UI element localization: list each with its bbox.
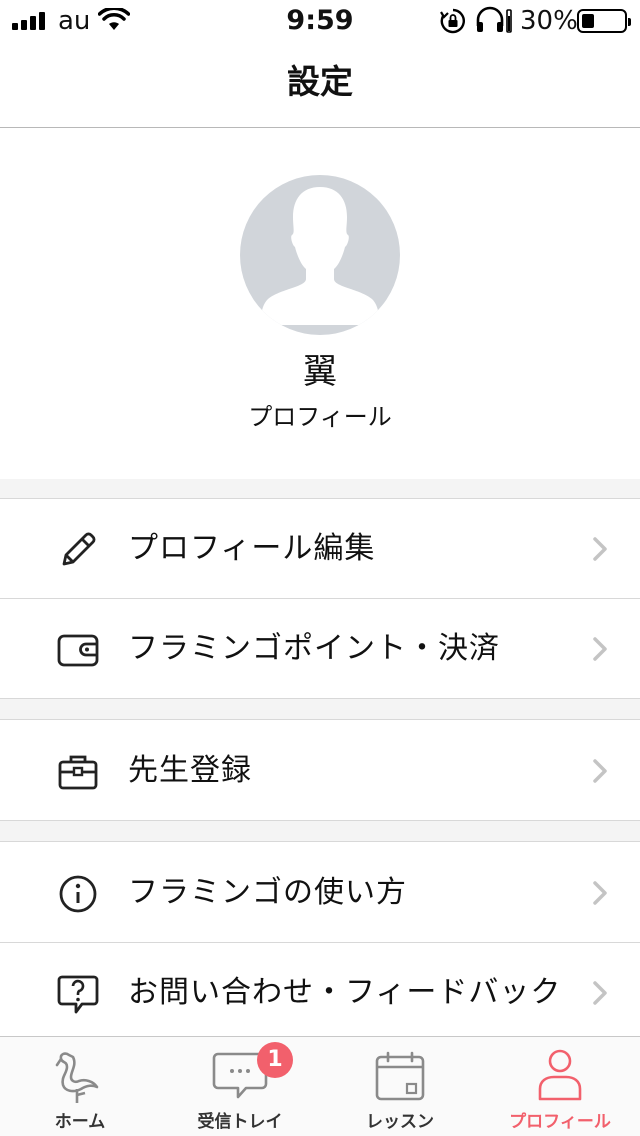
menu-item-label: お問い合わせ・フィードバック — [128, 975, 562, 1010]
chevron-right-icon — [593, 981, 607, 1005]
chevron-right-icon — [593, 537, 607, 561]
battery-percent: 30% — [520, 6, 578, 36]
tab-label: レッスン — [366, 1112, 434, 1132]
help-bubble-icon — [57, 975, 99, 1014]
tab-label: ホーム — [54, 1112, 106, 1132]
tab-profile[interactable]: プロフィール — [480, 1037, 640, 1136]
info-icon — [59, 875, 97, 913]
status-bar: au 9:59 30% — [0, 0, 640, 40]
chevron-right-icon — [593, 759, 607, 783]
menu-item-how-to-use[interactable]: フラミンゴの使い方 — [0, 843, 640, 942]
page-title: 設定 — [287, 62, 353, 101]
menu-item-edit-profile[interactable]: プロフィール編集 — [0, 499, 640, 598]
menu-item-label: フラミンゴの使い方 — [128, 875, 407, 910]
profile-name[interactable]: 翼 — [0, 351, 640, 393]
rotation-lock-icon — [440, 8, 465, 34]
flamingo-icon — [55, 1052, 99, 1103]
inbox-unread-badge: 1 — [257, 1042, 293, 1078]
section-separator — [0, 820, 640, 842]
person-icon — [538, 1049, 582, 1101]
briefcase-icon — [58, 755, 98, 790]
chevron-right-icon — [593, 881, 607, 905]
pencil-icon — [62, 532, 96, 566]
tab-label: プロフィール — [509, 1112, 611, 1132]
menu-item-label: プロフィール編集 — [128, 531, 376, 566]
person-silhouette-icon — [261, 187, 379, 325]
chevron-right-icon — [593, 637, 607, 661]
tab-bar: ホーム 受信トレイ レッスン プロフィール — [0, 1036, 640, 1136]
menu-item-label: フラミンゴポイント・決済 — [128, 631, 500, 666]
battery-icon — [577, 9, 631, 33]
tab-lessons[interactable]: レッスン — [320, 1037, 480, 1136]
section-separator — [0, 479, 640, 499]
menu-item-label: 先生登録 — [128, 753, 252, 788]
menu-item-contact-feedback[interactable]: お問い合わせ・フィードバック — [0, 943, 640, 1042]
headphones-icon — [476, 6, 512, 33]
section-separator — [0, 698, 640, 720]
menu-item-points-payment[interactable]: フラミンゴポイント・決済 — [0, 599, 640, 698]
menu-item-teacher-registration[interactable]: 先生登録 — [0, 721, 640, 820]
calendar-icon — [375, 1051, 425, 1101]
tab-label: 受信トレイ — [197, 1112, 283, 1132]
avatar[interactable] — [240, 175, 400, 335]
profile-link[interactable]: プロフィール — [0, 401, 640, 433]
profile-section: 翼 プロフィール — [0, 129, 640, 479]
tab-inbox[interactable]: 受信トレイ — [160, 1037, 320, 1136]
nav-header: 設定 — [0, 40, 640, 128]
tab-home[interactable]: ホーム — [0, 1037, 160, 1136]
wallet-icon — [57, 634, 99, 667]
